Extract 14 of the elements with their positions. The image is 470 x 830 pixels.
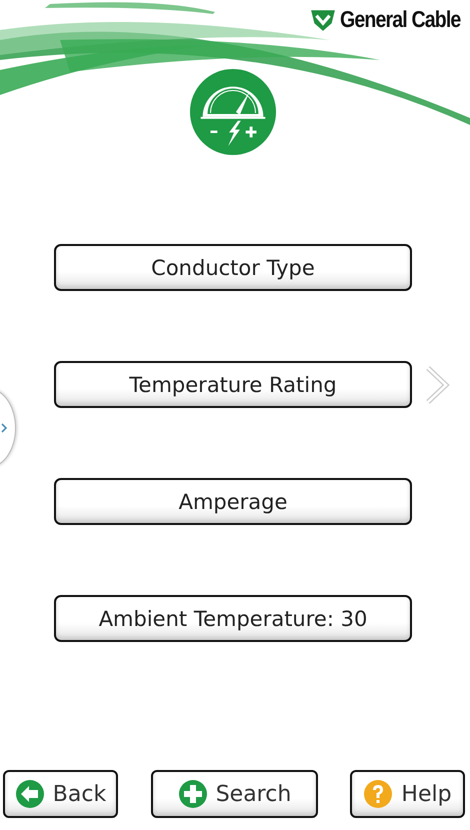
search-button[interactable]: Search — [151, 770, 318, 818]
shield-logo-icon — [310, 8, 336, 32]
help-button[interactable]: Help — [350, 770, 465, 818]
menu-button[interactable]: Conductor Type — [54, 244, 412, 291]
menu-button[interactable]: Ambient Temperature: 30 — [54, 595, 412, 642]
plus-icon — [178, 779, 208, 809]
gauge-icon — [189, 68, 277, 156]
chevron-right-icon — [1, 423, 7, 433]
brand-name: General Cable — [340, 6, 461, 33]
menu-button[interactable]: Temperature Rating — [54, 361, 412, 408]
chevron-right-icon[interactable] — [424, 364, 450, 404]
back-button[interactable]: Back — [3, 770, 118, 818]
menu-button[interactable]: Amperage — [54, 478, 412, 525]
help-icon — [363, 779, 394, 809]
